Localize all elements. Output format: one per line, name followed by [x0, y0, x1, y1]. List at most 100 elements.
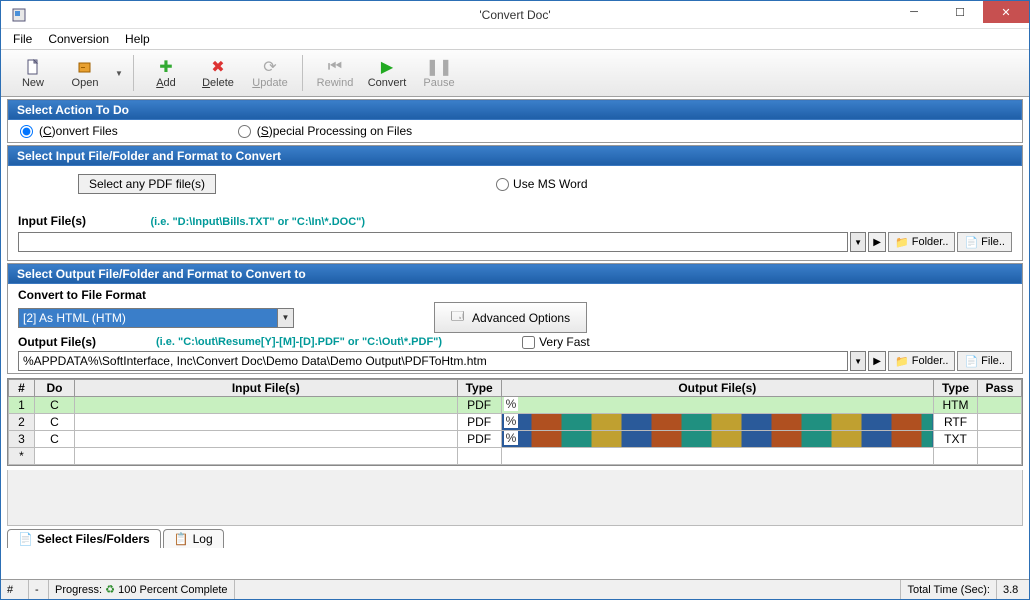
col-num[interactable]: #: [9, 380, 35, 397]
input-go-button[interactable]: ▶: [868, 232, 886, 252]
cell-num: *: [9, 448, 35, 465]
cell-output: [501, 397, 933, 414]
input-dropdown-arrow[interactable]: ▼: [850, 232, 866, 252]
use-ms-word-radio[interactable]: Use MS Word: [496, 177, 587, 191]
tab-select-files[interactable]: 📄Select Files/Folders: [7, 529, 161, 548]
col-itype[interactable]: Type: [457, 380, 501, 397]
folder-icon: 📁: [895, 236, 909, 249]
window-title: 'Convert Doc': [479, 8, 550, 22]
output-files-label: Output File(s): [18, 335, 96, 349]
files-table: # Do Input File(s) Type Output File(s) T…: [7, 378, 1023, 466]
select-pdf-button[interactable]: Select any PDF file(s): [78, 174, 216, 194]
open-dropdown[interactable]: ▼: [113, 69, 125, 78]
status-progress: Progress: ♻ 100 Percent Complete: [49, 580, 235, 599]
convert-button[interactable]: ▶ Convert: [363, 52, 411, 94]
action-panel: Select Action To Do (C)onvert Files (S)p…: [7, 99, 1023, 143]
cell-pass: [978, 397, 1022, 414]
table-row[interactable]: 3CPDFTXT: [9, 431, 1022, 448]
col-otype[interactable]: Type: [934, 380, 978, 397]
output-go-button[interactable]: ▶: [868, 351, 886, 371]
advanced-options-button[interactable]: 🗔 Advanced Options: [434, 302, 587, 333]
update-icon: ⟳: [260, 57, 280, 77]
cell-otype: RTF: [934, 414, 978, 431]
pause-button[interactable]: ❚❚ Pause: [415, 52, 463, 94]
folder-icon: 📁: [895, 355, 909, 368]
input-panel: Select Input File/Folder and Format to C…: [7, 145, 1023, 261]
statusbar: # - Progress: ♻ 100 Percent Complete Tot…: [1, 579, 1029, 599]
input-files-field[interactable]: [18, 232, 848, 252]
delete-button[interactable]: ✖ Delete: [194, 52, 242, 94]
table-row[interactable]: 2C PDF RTF: [9, 414, 1022, 431]
menu-help[interactable]: Help: [117, 30, 158, 48]
rewind-icon: ⏮: [325, 57, 345, 77]
col-input[interactable]: Input File(s): [75, 380, 458, 397]
cell-output: [501, 414, 933, 431]
maximize-button[interactable]: ☐: [937, 1, 983, 23]
cell-do: C: [35, 431, 75, 448]
app-icon: [7, 3, 31, 27]
output-folder-button[interactable]: 📁Folder..: [888, 351, 955, 371]
toolbar-separator: [133, 55, 134, 91]
cell-do: C: [35, 414, 75, 431]
cell-pass: [978, 414, 1022, 431]
delete-icon: ✖: [208, 57, 228, 77]
output-file-button[interactable]: 📄File..: [957, 351, 1012, 371]
bottom-tabs: 📄Select Files/Folders 📋Log: [7, 526, 1023, 548]
cell-otype: HTM: [934, 397, 978, 414]
cell-pass: [978, 431, 1022, 448]
cell-num: 3: [9, 431, 35, 448]
table-row[interactable]: 1C PDF HTM: [9, 397, 1022, 414]
status-time-value: 3.8: [997, 580, 1029, 599]
input-files-label: Input File(s): [18, 214, 86, 228]
table-blank-area: [7, 470, 1023, 526]
status-time-label: Total Time (Sec):: [901, 580, 997, 599]
col-output[interactable]: Output File(s): [501, 380, 933, 397]
col-do[interactable]: Do: [35, 380, 75, 397]
close-button[interactable]: ✕: [983, 1, 1029, 23]
menu-file[interactable]: File: [5, 30, 40, 48]
output-header: Select Output File/Folder and Format to …: [8, 264, 1022, 284]
pause-icon: ❚❚: [429, 57, 449, 77]
cell-output: [501, 431, 933, 448]
minimize-button[interactable]: ─: [891, 1, 937, 23]
cell-num: 2: [9, 414, 35, 431]
action-header: Select Action To Do: [8, 100, 1022, 120]
input-hint: (i.e. "D:\Input\Bills.TXT" or "C:\In\*.D…: [150, 216, 365, 228]
cell-itype: PDF: [457, 397, 501, 414]
status-hash: #: [1, 580, 29, 599]
radio-special-processing[interactable]: (S)pecial Processing on Files: [238, 124, 412, 138]
format-dropdown-arrow[interactable]: ▼: [278, 308, 294, 328]
table-row-new[interactable]: *: [9, 448, 1022, 465]
toolbar-separator: [302, 55, 303, 91]
cell-input: [75, 397, 458, 414]
cell-otype: TXT: [934, 431, 978, 448]
cell-num: 1: [9, 397, 35, 414]
table-header-row: # Do Input File(s) Type Output File(s) T…: [9, 380, 1022, 397]
new-button[interactable]: New: [9, 52, 57, 94]
cell-do: C: [35, 397, 75, 414]
output-dropdown-arrow[interactable]: ▼: [850, 351, 866, 371]
output-panel: Select Output File/Folder and Format to …: [7, 263, 1023, 374]
tab-log[interactable]: 📋Log: [163, 529, 224, 548]
convert-icon: ▶: [377, 57, 397, 77]
input-header: Select Input File/Folder and Format to C…: [8, 146, 1022, 166]
add-button[interactable]: ✚ Add: [142, 52, 190, 94]
open-button[interactable]: Open: [61, 52, 109, 94]
add-icon: ✚: [156, 57, 176, 77]
cell-itype: PDF: [457, 414, 501, 431]
input-file-button[interactable]: 📄File..: [957, 232, 1012, 252]
input-folder-button[interactable]: 📁Folder..: [888, 232, 955, 252]
radio-convert-files[interactable]: (C)onvert Files: [20, 124, 118, 138]
log-icon: 📋: [174, 532, 189, 546]
menu-conversion[interactable]: Conversion: [40, 30, 117, 48]
output-hint: (i.e. "C:\out\Resume[Y]-[M]-[D].PDF" or …: [156, 336, 442, 348]
convert-format-select[interactable]: [2] As HTML (HTM): [18, 308, 278, 328]
output-files-field[interactable]: [18, 351, 848, 371]
menubar: File Conversion Help: [1, 29, 1029, 49]
update-button[interactable]: ⟳ Update: [246, 52, 294, 94]
col-pass[interactable]: Pass: [978, 380, 1022, 397]
rewind-button[interactable]: ⏮ Rewind: [311, 52, 359, 94]
very-fast-checkbox[interactable]: Very Fast: [522, 335, 590, 349]
advanced-icon: 🗔: [451, 307, 464, 328]
files-icon: 📄: [18, 532, 33, 546]
